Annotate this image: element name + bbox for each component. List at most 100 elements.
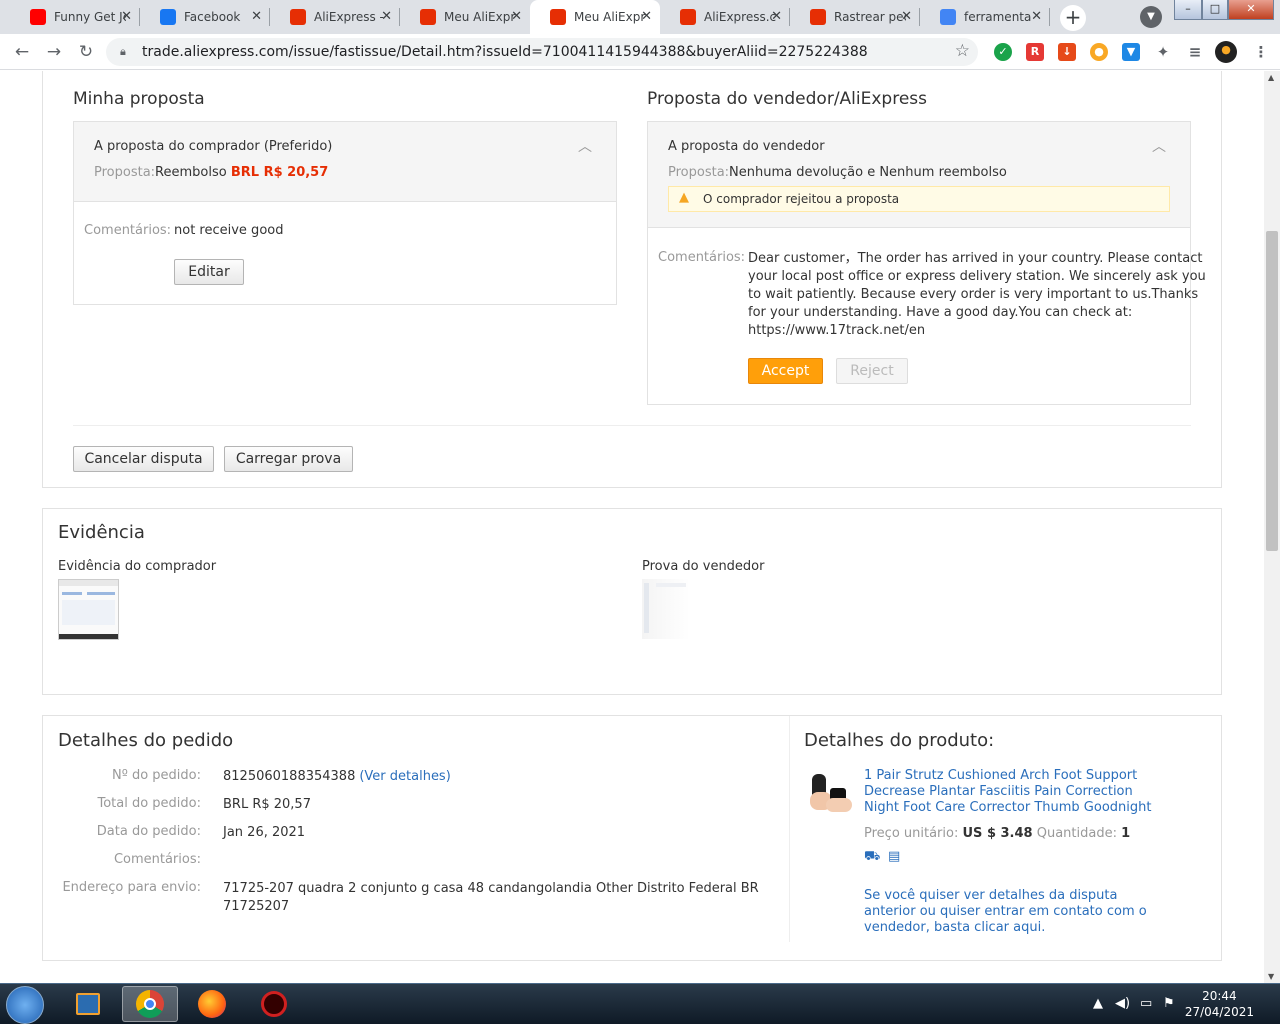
close-tab-icon[interactable]: ✕ xyxy=(511,9,522,24)
tab-title: Meu AliExpr xyxy=(574,10,646,24)
product-name-link[interactable]: 1 Pair Strutz Cushioned Arch Foot Suppor… xyxy=(864,768,1151,816)
buyer-proposal-line: Proposta:Reembolso BRL R$ 20,57 xyxy=(94,165,328,180)
order-value-text: Jan 26, 2021 xyxy=(223,825,306,840)
menu-dots-icon[interactable]: ⋮ xyxy=(1252,43,1270,61)
order-field-label: Comentários: xyxy=(113,852,201,867)
order-details-title: Detalhes do pedido xyxy=(58,730,234,751)
order-field-value: 8125060188354388 (Ver detalhes) xyxy=(223,768,451,786)
browser-tab[interactable]: Rastrear pec ✕ xyxy=(790,0,920,34)
reject-button[interactable]: Reject xyxy=(836,358,908,384)
media-player-icon[interactable] xyxy=(60,986,116,1022)
warning-icon: ▲ xyxy=(679,190,689,205)
scroll-up-icon[interactable]: ▲ xyxy=(1268,73,1274,82)
close-tab-icon[interactable]: ✕ xyxy=(641,9,652,24)
profile-avatar[interactable]: ● xyxy=(1215,41,1237,63)
puzzle-extensions-icon[interactable]: ✦ xyxy=(1154,43,1172,61)
close-tab-icon[interactable]: ✕ xyxy=(121,9,132,24)
seller-proof-thumbnail[interactable] xyxy=(642,579,690,639)
proposal-text: Reembolso xyxy=(155,165,231,180)
invoice-icon[interactable]: ▤ xyxy=(888,849,900,864)
order-value-text: BRL R$ 20,57 xyxy=(223,797,311,812)
volume-icon[interactable]: ◀) xyxy=(1115,996,1130,1011)
browser-tab[interactable]: Funny Get Je ✕ xyxy=(10,0,140,34)
upload-proof-button[interactable]: Carregar prova xyxy=(224,446,353,472)
download-extension-icon[interactable]: ↓ xyxy=(1058,43,1076,61)
order-field-label: Nº do pedido: xyxy=(111,768,201,783)
new-tab-button[interactable]: + xyxy=(1060,5,1086,31)
tab-title: Funny Get Je xyxy=(54,10,126,24)
close-window-button[interactable]: ✕ xyxy=(1228,0,1274,20)
browser-tab[interactable]: Meu AliExpr ✕ xyxy=(530,0,660,34)
help-line[interactable]: Se você quiser ver detalhes da disputa xyxy=(864,888,1147,904)
dispute-help-link[interactable]: Se você quiser ver detalhes da disputa an… xyxy=(864,888,1147,936)
collapse-chevron-icon[interactable]: ︿ xyxy=(1152,136,1166,156)
price-label: Preço unitário: xyxy=(864,826,959,841)
browser-tab[interactable]: Meu AliExpr ✕ xyxy=(400,0,530,34)
game-taskbar-icon[interactable] xyxy=(246,986,302,1022)
order-field-value: 71725-207 quadra 2 conjunto g casa 48 ca… xyxy=(223,880,759,916)
color-extension-icon[interactable]: ● xyxy=(1090,43,1108,61)
accept-button[interactable]: Accept xyxy=(748,358,823,384)
address-bar[interactable]: 🔒︎ trade.aliexpress.com/issue/fastissue/… xyxy=(106,38,978,66)
windows-taskbar: ▲ ◀) ▭ ⚑ 20:44 27/04/2021 xyxy=(0,983,1280,1024)
page-scrollbar[interactable]: ▲ ▼ xyxy=(1264,71,1280,983)
view-order-details-link[interactable]: (Ver detalhes) xyxy=(359,769,450,784)
buyer-proposal-title: Minha proposta xyxy=(73,89,205,109)
reading-list-icon[interactable]: ≡ xyxy=(1186,43,1204,61)
chrome-taskbar-icon[interactable] xyxy=(122,986,178,1022)
edit-button[interactable]: Editar xyxy=(174,259,244,285)
maximize-button[interactable]: □ xyxy=(1202,0,1228,20)
back-icon[interactable]: ← xyxy=(10,40,34,64)
divider xyxy=(789,716,790,942)
product-name-line[interactable]: Night Foot Care Corrector Thumb Goodnigh… xyxy=(864,800,1151,816)
browser-tab[interactable]: Facebook ✕ xyxy=(140,0,270,34)
tab-search-icon[interactable]: ▼ xyxy=(1140,6,1162,28)
bookmark-star-icon[interactable]: ☆ xyxy=(955,41,970,61)
collapse-chevron-icon[interactable]: ︿ xyxy=(578,136,592,156)
product-name-line[interactable]: Decrease Plantar Fasciitis Pain Correcti… xyxy=(864,784,1151,800)
aliexpress-icon xyxy=(290,9,306,25)
cancel-dispute-button[interactable]: Cancelar disputa xyxy=(73,446,214,472)
forward-icon[interactable]: → xyxy=(42,40,66,64)
close-tab-icon[interactable]: ✕ xyxy=(771,9,782,24)
browser-tab[interactable]: AliExpress.cc ✕ xyxy=(660,0,790,34)
order-field-label: Total do pedido: xyxy=(97,796,201,811)
youtube-icon xyxy=(30,9,46,25)
scroll-down-icon[interactable]: ▼ xyxy=(1268,972,1274,981)
buyer-evidence-thumbnail[interactable] xyxy=(58,579,119,640)
scrollbar-thumb[interactable] xyxy=(1266,231,1278,551)
price-value: US $ 3.48 xyxy=(962,826,1033,841)
close-tab-icon[interactable]: ✕ xyxy=(381,9,392,24)
shipping-icon[interactable]: ⛟ xyxy=(864,849,880,866)
tray-arrow-icon[interactable]: ▲ xyxy=(1093,996,1103,1011)
product-name-line[interactable]: 1 Pair Strutz Cushioned Arch Foot Suppor… xyxy=(864,768,1151,784)
r-extension-icon[interactable]: R xyxy=(1026,43,1044,61)
help-line[interactable]: anterior ou quiser entrar em contato com… xyxy=(864,904,1147,920)
browser-tab-strip: Funny Get Je ✕ Facebook ✕ AliExpress - ✕ Meu A… xyxy=(0,0,1280,34)
browser-tab[interactable]: AliExpress - ✕ xyxy=(270,0,400,34)
start-button[interactable] xyxy=(6,986,44,1024)
seller-evidence-label: Prova do vendedor xyxy=(642,559,765,574)
firefox-taskbar-icon[interactable] xyxy=(184,986,240,1022)
close-tab-icon[interactable]: ✕ xyxy=(251,9,262,24)
shield-extension-icon[interactable]: ✓ xyxy=(994,43,1012,61)
seller-proposal-line: Proposta:Nenhuma devolução e Nenhum reem… xyxy=(668,165,1007,180)
flag-icon[interactable]: ⚑ xyxy=(1163,996,1175,1011)
shield-blue-extension-icon[interactable]: ▼ xyxy=(1122,43,1140,61)
aliexpress-icon xyxy=(680,9,696,25)
proposal-amount: BRL R$ 20,57 xyxy=(230,165,329,180)
proposal-label: Proposta: xyxy=(94,165,156,180)
help-line[interactable]: vendedor, basta clicar aqui. xyxy=(864,920,1147,936)
product-thumbnail[interactable] xyxy=(806,768,856,818)
aliexpress-icon xyxy=(420,9,436,25)
aliexpress-icon xyxy=(550,9,566,25)
network-icon[interactable]: ▭ xyxy=(1140,996,1152,1011)
minimize-button[interactable]: – xyxy=(1174,0,1202,20)
browser-tab[interactable]: ferramenta ✕ xyxy=(920,0,1050,34)
buyer-comments-label: Comentários: xyxy=(84,223,172,238)
close-tab-icon[interactable]: ✕ xyxy=(1031,9,1042,24)
reload-icon[interactable]: ↻ xyxy=(74,40,98,64)
order-field-value: Jan 26, 2021 xyxy=(223,824,305,842)
close-tab-icon[interactable]: ✕ xyxy=(901,9,912,24)
taskbar-clock[interactable]: 20:44 27/04/2021 xyxy=(1185,988,1254,1020)
